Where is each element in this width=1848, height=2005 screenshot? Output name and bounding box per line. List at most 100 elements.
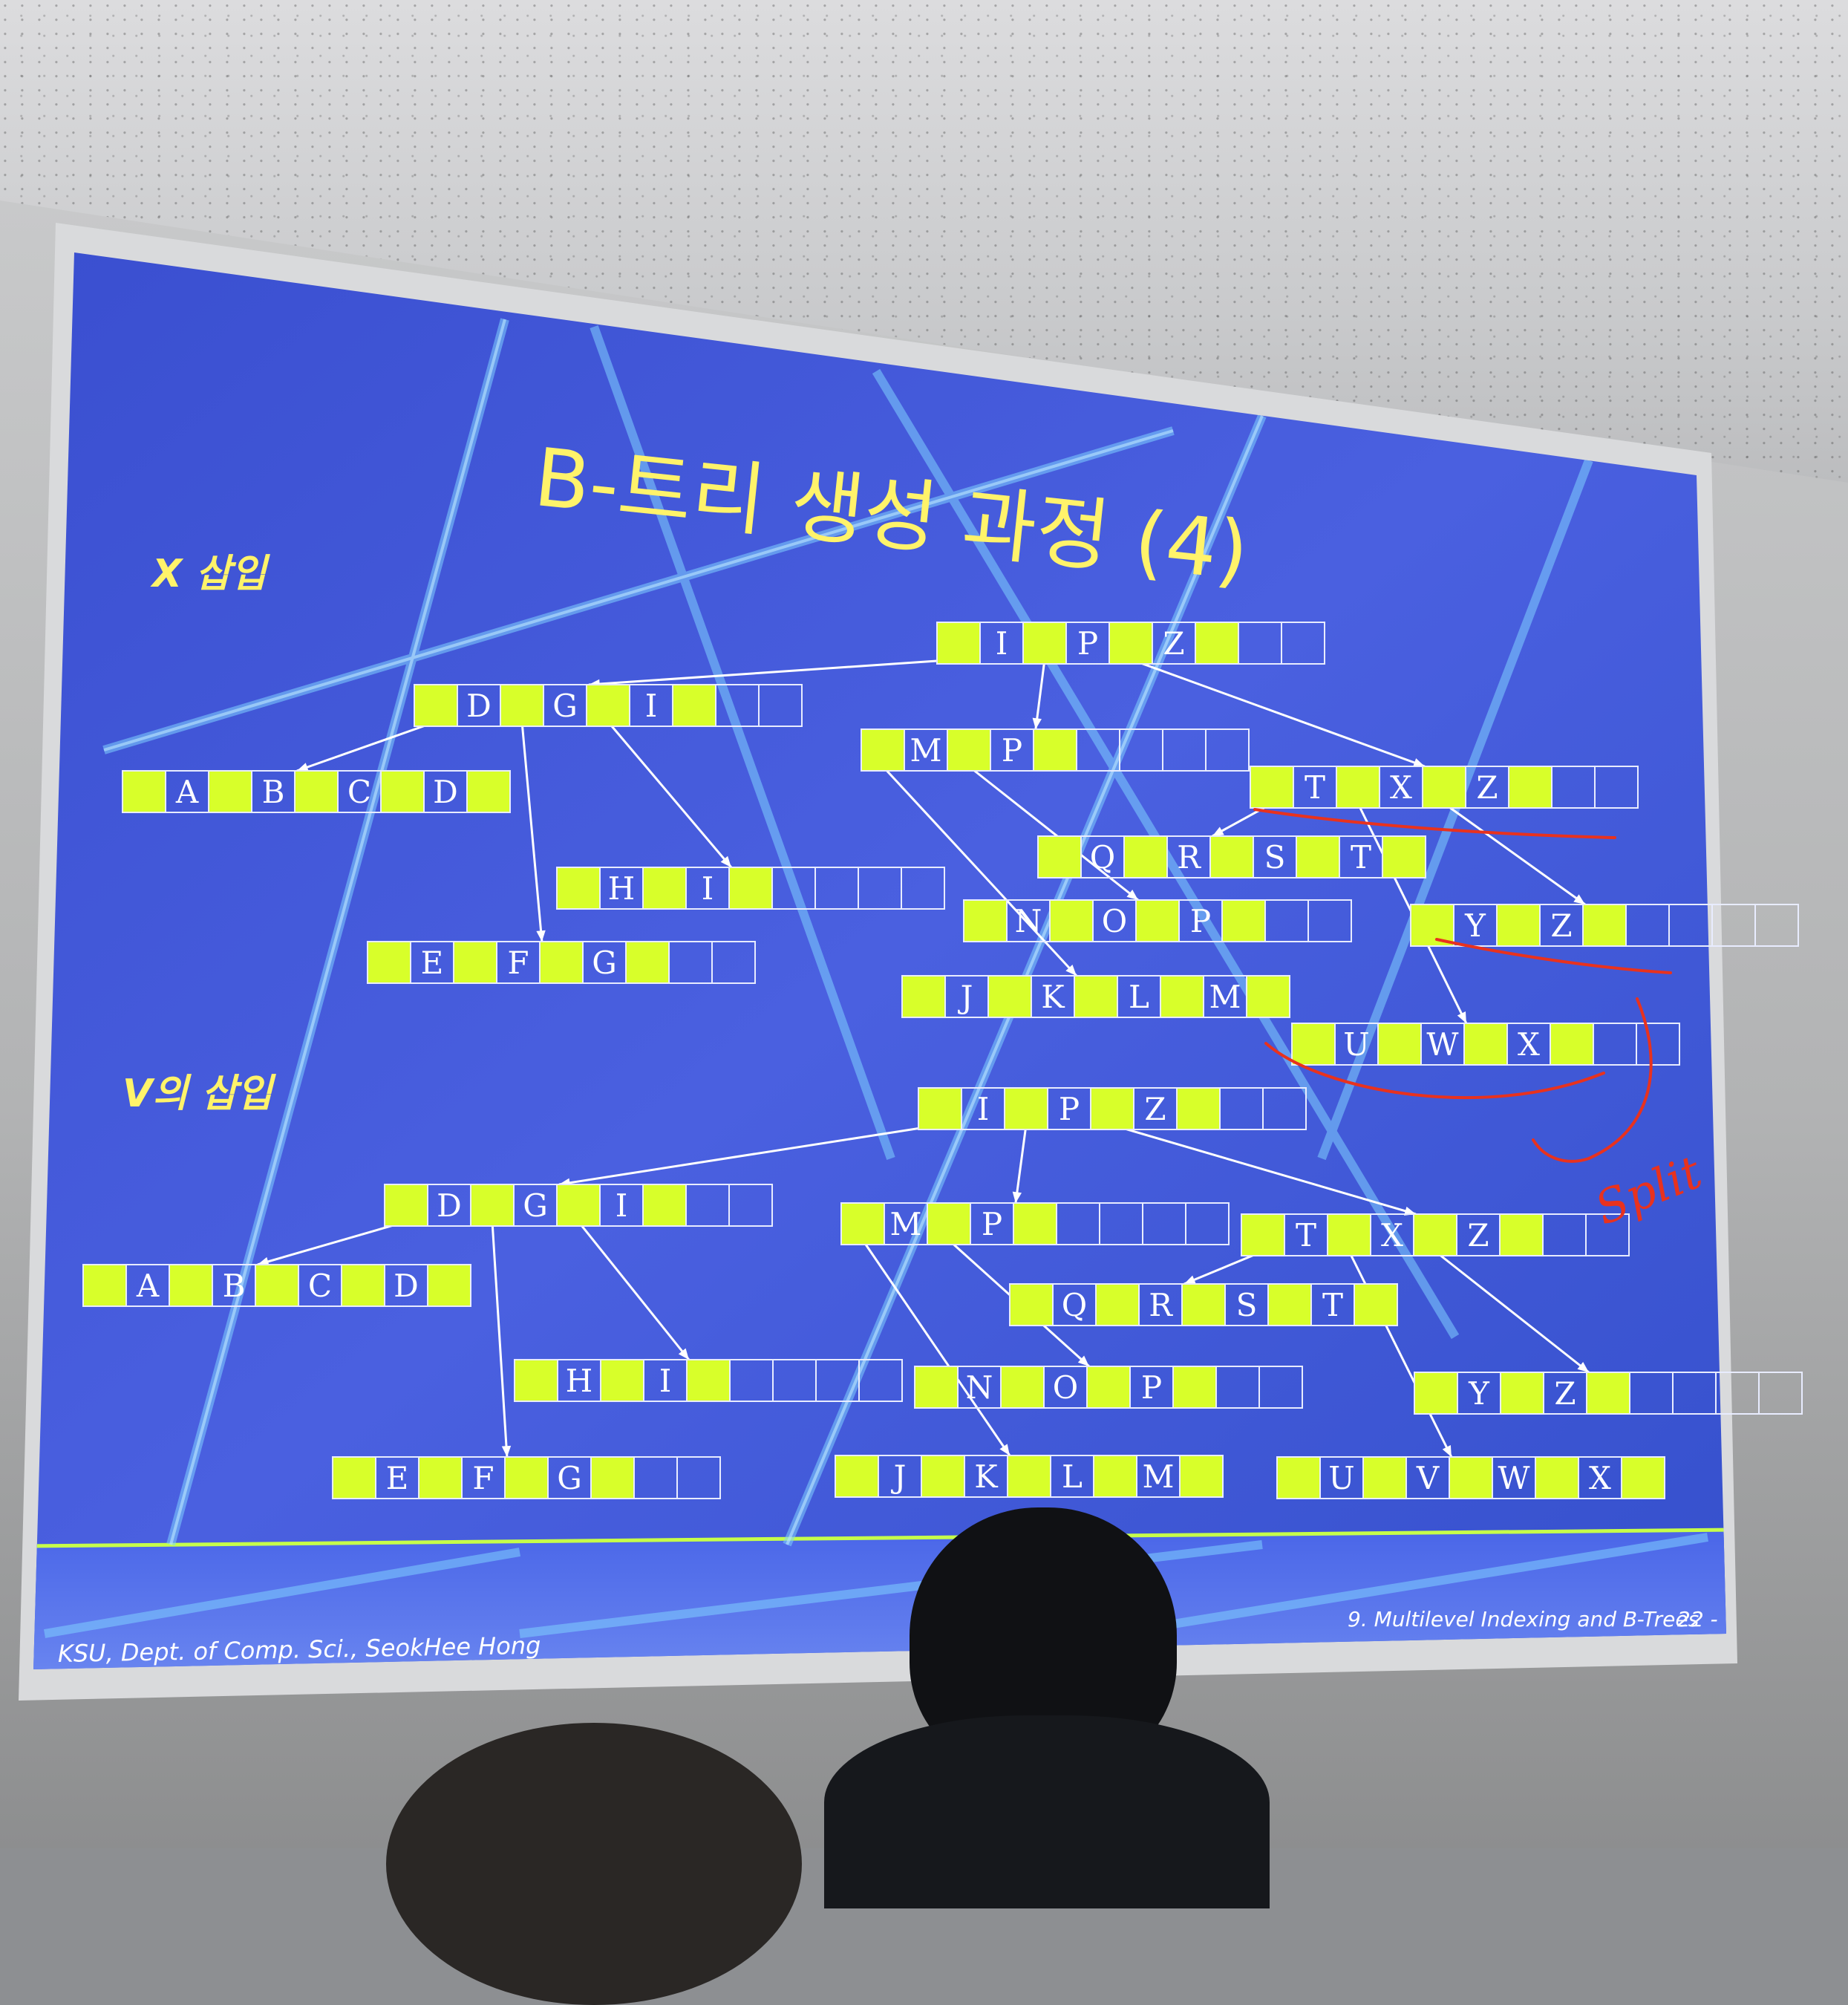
pointer-cell xyxy=(380,770,425,813)
node-key: K xyxy=(1041,979,1065,1015)
pointer-cell xyxy=(1007,1455,1051,1498)
projected-slide: B-트리 생성 과정 (4) X 삽입 V의 삽입 KSU, Dept. of … xyxy=(19,223,1803,1701)
pointer-cell xyxy=(963,899,1008,942)
pointer-cell xyxy=(1382,835,1426,878)
node-key: B xyxy=(262,774,285,810)
pointer-cell xyxy=(1336,766,1380,809)
node-key: B xyxy=(223,1268,246,1304)
pointer-cell xyxy=(427,1264,471,1307)
pointer-cell xyxy=(1009,1283,1054,1326)
pointer-cell xyxy=(1037,835,1082,878)
pointer-cell xyxy=(1093,1455,1137,1498)
pointer-cell xyxy=(1095,1283,1140,1326)
node-key: Y xyxy=(1468,1375,1490,1412)
node-key: N xyxy=(966,1369,993,1406)
node-key: T xyxy=(1351,839,1371,876)
btree-node-uvwx: U V W X xyxy=(1276,1456,1665,1499)
pointer-cell xyxy=(1500,1372,1544,1415)
pointer-cell xyxy=(1181,1283,1226,1326)
pointer-cell xyxy=(1267,1283,1312,1326)
node-key: T xyxy=(1296,1217,1316,1253)
node-key: N xyxy=(1015,903,1042,939)
pointer-cell xyxy=(1022,622,1067,665)
pointer-cell xyxy=(1172,1366,1217,1409)
pointer-cell xyxy=(1296,835,1340,878)
pointer-cell xyxy=(1586,1372,1630,1415)
node-key: G xyxy=(552,688,578,724)
pointer-cell xyxy=(500,684,544,727)
node-key: Q xyxy=(1062,1287,1087,1323)
node-key: I xyxy=(645,688,658,724)
pointer-cell xyxy=(936,622,981,665)
pointer-cell xyxy=(1241,1213,1285,1256)
pointer-cell xyxy=(1496,904,1541,947)
btree-node-abcd: A B C D xyxy=(82,1264,471,1307)
pointer-cell xyxy=(1463,1023,1508,1066)
pointer-cell xyxy=(927,1202,971,1245)
section-label-x: X 삽입 xyxy=(150,552,270,596)
pointer-cell xyxy=(947,728,991,772)
pointer-cell xyxy=(1209,835,1254,878)
pointer-cell xyxy=(367,941,411,984)
node-key: D xyxy=(437,1187,462,1224)
node-key: I xyxy=(977,1091,990,1127)
pointer-cell xyxy=(418,1456,463,1499)
pointer-cell xyxy=(914,1366,959,1409)
pointer-cell xyxy=(728,867,773,910)
pointer-cell xyxy=(470,1184,515,1227)
node-key: V xyxy=(1416,1460,1440,1496)
pointer-cell xyxy=(835,1455,879,1498)
node-key: Z xyxy=(1554,1375,1576,1412)
pointer-cell xyxy=(1508,766,1552,809)
pointer-cell xyxy=(861,728,905,772)
pointer-cell xyxy=(1049,899,1094,942)
pointer-cell xyxy=(1535,1456,1579,1499)
pointer-cell xyxy=(642,867,687,910)
pointer-cell xyxy=(1422,766,1466,809)
pointer-cell xyxy=(921,1455,965,1498)
node-key: U xyxy=(1343,1026,1369,1063)
node-key: X xyxy=(1381,1217,1403,1253)
pointer-cell xyxy=(987,975,1032,1018)
btree-node-jklm: J K L M xyxy=(835,1455,1224,1498)
pointer-cell xyxy=(1074,975,1118,1018)
pointer-cell xyxy=(1754,904,1799,947)
node-key: D xyxy=(433,774,458,810)
pointer-cell xyxy=(1195,622,1239,665)
pointer-cell xyxy=(1176,1087,1221,1130)
node-key: K xyxy=(974,1458,999,1495)
node-key: X xyxy=(1589,1460,1611,1496)
audience-shoulders xyxy=(824,1715,1270,1908)
pointer-cell xyxy=(1377,1023,1422,1066)
pointer-cell xyxy=(414,684,458,727)
node-key: T xyxy=(1305,769,1325,806)
pointer-cell xyxy=(1250,766,1294,809)
node-key: H xyxy=(566,1363,593,1399)
node-key: R xyxy=(1177,839,1201,876)
pointer-cell xyxy=(1276,1456,1321,1499)
node-key: H xyxy=(608,870,636,907)
pointer-cell xyxy=(686,1359,731,1402)
node-key: R xyxy=(1149,1287,1173,1323)
node-key: I xyxy=(616,1187,628,1224)
pointer-cell xyxy=(901,975,946,1018)
node-key: P xyxy=(1077,625,1098,662)
pointer-cell xyxy=(1758,1372,1803,1415)
pointer-cell xyxy=(642,1184,687,1227)
pointer-cell xyxy=(918,1087,962,1130)
node-key: X xyxy=(1390,769,1412,806)
pointer-cell xyxy=(539,941,584,984)
node-key: O xyxy=(1053,1369,1078,1406)
pointer-cell xyxy=(590,1456,635,1499)
node-key: Z xyxy=(1163,625,1184,662)
pointer-cell xyxy=(1413,1213,1457,1256)
pointer-cell xyxy=(1362,1456,1407,1499)
pointer-cell xyxy=(1033,728,1077,772)
node-key: I xyxy=(702,870,714,907)
btree-node-abcd: A B C D xyxy=(122,770,511,813)
node-key: L xyxy=(1062,1458,1083,1495)
node-key: J xyxy=(958,979,973,1015)
node-key: F xyxy=(472,1460,494,1496)
node-key: G xyxy=(523,1187,548,1224)
pointer-cell xyxy=(1291,1023,1336,1066)
